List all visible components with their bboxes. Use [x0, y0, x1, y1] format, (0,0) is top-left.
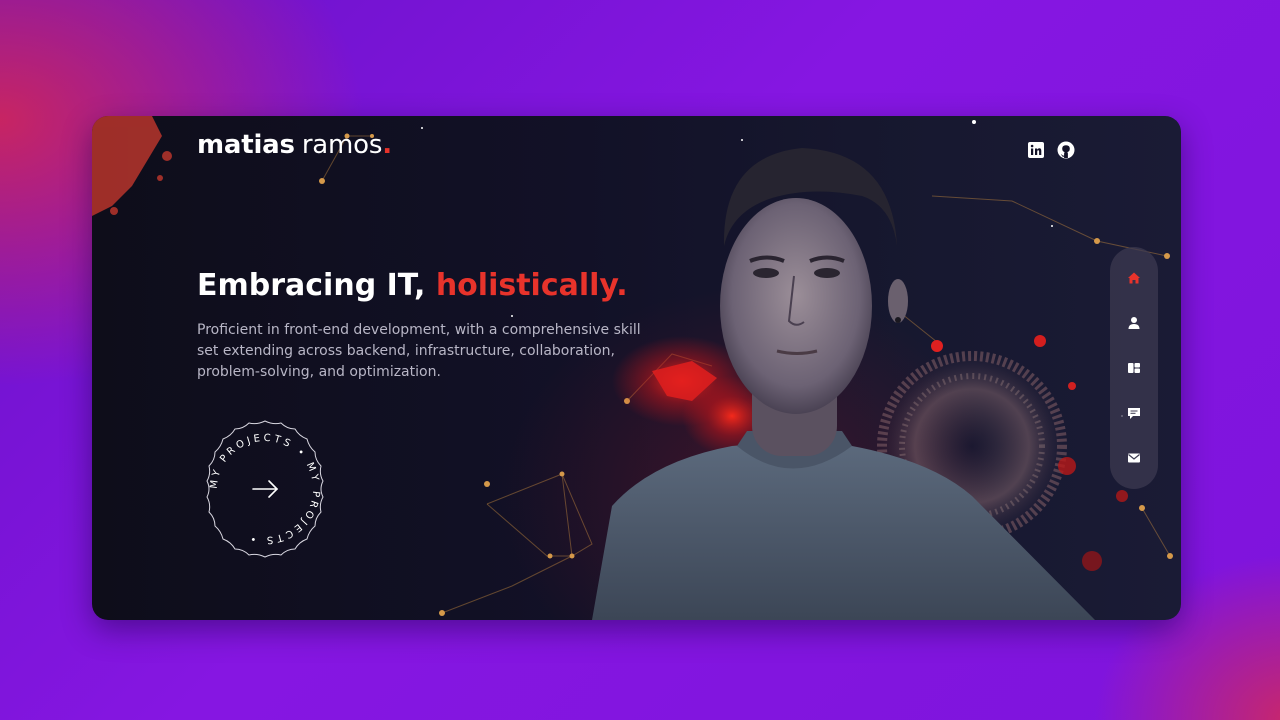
user-icon	[1128, 317, 1140, 329]
nav-contact[interactable]	[1124, 448, 1144, 468]
chat-icon	[1128, 408, 1140, 419]
nav-projects[interactable]	[1124, 358, 1144, 378]
site-logo[interactable]: matias ramos.	[197, 130, 392, 160]
hero-title-accent: holistically.	[435, 268, 628, 303]
hero-title: Embracing IT, holistically.	[197, 268, 628, 303]
logo-dot: .	[382, 130, 392, 160]
logo-first-name: matias	[197, 130, 295, 160]
side-nav	[1110, 247, 1158, 489]
nav-testimonials[interactable]	[1124, 403, 1144, 423]
logo-last-name: ramos	[301, 130, 383, 160]
linkedin-icon[interactable]	[1026, 140, 1046, 160]
nav-about[interactable]	[1124, 313, 1144, 333]
projects-icon	[1128, 363, 1140, 373]
hero-title-main: Embracing IT,	[197, 268, 436, 303]
red-splatter	[92, 116, 172, 216]
mail-icon	[1128, 453, 1140, 463]
my-projects-button[interactable]: MY PROJECTS • MY PROJECTS •	[195, 419, 335, 559]
arrow-right-icon	[252, 480, 279, 498]
hero-description: Proficient in front-end development, wit…	[197, 322, 641, 380]
nav-home[interactable]	[1124, 268, 1144, 288]
home-icon	[1128, 272, 1140, 284]
hero-card: matias ramos. Embracing IT, holistically.…	[92, 116, 1181, 620]
github-icon[interactable]	[1056, 140, 1076, 160]
